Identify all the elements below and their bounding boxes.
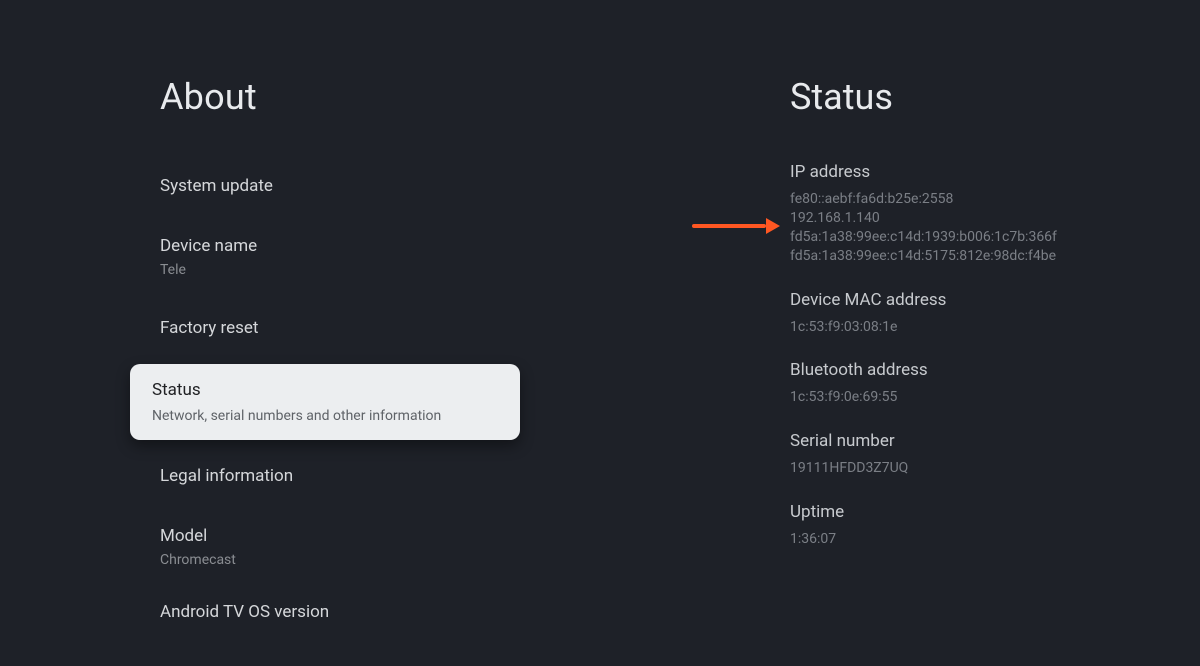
menu-item-android-tv-os-version[interactable]: Android TV OS version bbox=[160, 588, 560, 636]
detail-label: Bluetooth address bbox=[790, 360, 1120, 380]
menu-item-model[interactable]: Model Chromecast bbox=[160, 512, 560, 582]
detail-item-serial-number[interactable]: Serial number 19111HFDD3Z7UQ bbox=[790, 431, 1120, 478]
menu-item-title: Model bbox=[160, 526, 540, 546]
menu-item-title: Factory reset bbox=[160, 318, 540, 338]
detail-item-uptime[interactable]: Uptime 1:36:07 bbox=[790, 502, 1120, 549]
detail-item-bluetooth-address[interactable]: Bluetooth address 1c:53:f9:0e:69:55 bbox=[790, 360, 1120, 407]
menu-item-title: Status bbox=[152, 380, 498, 400]
about-menu-list: System update Device name Tele Factory r… bbox=[160, 162, 560, 636]
about-left-pane: About System update Device name Tele Fac… bbox=[0, 0, 600, 666]
status-page-title: Status bbox=[790, 76, 1120, 118]
detail-value: 1:36:07 bbox=[790, 530, 1120, 549]
detail-label: Serial number bbox=[790, 431, 1120, 451]
menu-item-factory-reset[interactable]: Factory reset bbox=[160, 304, 560, 352]
menu-item-device-name[interactable]: Device name Tele bbox=[160, 222, 560, 292]
menu-item-title: Android TV OS version bbox=[160, 602, 540, 622]
detail-value: 19111HFDD3Z7UQ bbox=[790, 459, 1120, 478]
menu-item-title: Legal information bbox=[160, 466, 540, 486]
menu-item-sub: Chromecast bbox=[160, 552, 540, 568]
menu-item-status[interactable]: Status Network, serial numbers and other… bbox=[130, 364, 520, 440]
detail-label: Device MAC address bbox=[790, 290, 1120, 310]
about-page-title: About bbox=[160, 76, 560, 118]
menu-item-sub: Tele bbox=[160, 262, 540, 278]
menu-item-system-update[interactable]: System update bbox=[160, 162, 560, 210]
menu-item-legal-information[interactable]: Legal information bbox=[160, 452, 560, 500]
detail-label: Uptime bbox=[790, 502, 1120, 522]
status-right-pane: Status IP address fe80::aebf:fa6d:b25e:2… bbox=[600, 0, 1200, 666]
detail-value: 1c:53:f9:03:08:1e bbox=[790, 318, 1120, 337]
detail-label: IP address bbox=[790, 162, 1120, 182]
menu-item-title: Device name bbox=[160, 236, 540, 256]
detail-item-mac-address[interactable]: Device MAC address 1c:53:f9:03:08:1e bbox=[790, 290, 1120, 337]
detail-item-ip-address[interactable]: IP address fe80::aebf:fa6d:b25e:2558 192… bbox=[790, 162, 1120, 266]
detail-value: fe80::aebf:fa6d:b25e:2558 192.168.1.140 … bbox=[790, 190, 1120, 266]
detail-value: 1c:53:f9:0e:69:55 bbox=[790, 388, 1120, 407]
menu-item-title: System update bbox=[160, 176, 540, 196]
menu-item-sub: Network, serial numbers and other inform… bbox=[152, 408, 498, 424]
